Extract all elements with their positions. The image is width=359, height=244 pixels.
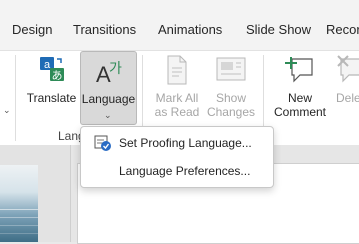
tab-animations[interactable]: Animations: [158, 22, 222, 37]
language-button[interactable]: A 가 Language ⌄: [80, 51, 137, 125]
tab-design[interactable]: Design: [12, 22, 52, 37]
document-read-icon: [165, 55, 189, 88]
scroll-left-chevron-icon[interactable]: ⌄: [3, 105, 11, 116]
svg-text:あ: あ: [51, 69, 62, 82]
thumbnail-texture: [0, 217, 38, 218]
language-icon: A 가: [93, 55, 125, 90]
show-changes-line2: Changes: [206, 105, 256, 119]
delete-comment-button[interactable]: Dele: [332, 51, 359, 131]
tab-record[interactable]: Recor: [326, 22, 359, 37]
ribbon-tab-bar: Design Transitions Animations Slide Show…: [0, 0, 359, 51]
delete-label-partial: Dele: [336, 91, 359, 105]
group-separator: [15, 55, 16, 141]
thumbnail-texture: [0, 233, 38, 234]
thumbnail-texture: [0, 225, 38, 226]
svg-text:가: 가: [109, 61, 122, 77]
menu-item-label: Set Proofing Language...: [119, 136, 252, 150]
new-comment-line2: Comment: [273, 105, 326, 119]
menu-item-language-preferences[interactable]: Language Preferences...: [81, 158, 273, 184]
mark-all-as-read-button[interactable]: Mark All as Read: [150, 51, 204, 131]
show-changes-line1: Show: [215, 91, 247, 105]
menu-item-label: Language Preferences...: [119, 164, 251, 178]
show-changes-icon: [216, 57, 246, 84]
translate-label: Translate: [26, 91, 77, 105]
svg-text:a: a: [43, 59, 50, 71]
translate-button[interactable]: a あ Translate: [24, 51, 79, 131]
mark-all-line2: as Read: [154, 105, 200, 119]
language-label: Language: [81, 92, 136, 106]
translate-icon: a あ: [38, 55, 66, 86]
delete-comment-icon: [337, 55, 359, 88]
new-comment-line1: New: [287, 91, 312, 105]
proofing-language-icon: [94, 134, 112, 157]
language-dropdown-menu: Set Proofing Language... Language Prefer…: [80, 126, 274, 188]
chevron-down-icon: ⌄: [104, 110, 112, 120]
menu-item-set-proofing-language[interactable]: Set Proofing Language...: [81, 130, 273, 156]
show-changes-button[interactable]: Show Changes: [206, 51, 256, 131]
tab-slide-show[interactable]: Slide Show: [246, 22, 311, 37]
thumbnail-texture: [0, 209, 38, 210]
slide-thumbnail[interactable]: [0, 165, 38, 242]
new-comment-button[interactable]: New Comment: [268, 51, 332, 131]
mark-all-line1: Mark All: [155, 91, 199, 105]
new-comment-icon: [284, 55, 316, 88]
slide-thumbnail-panel: [0, 145, 71, 242]
tab-transitions[interactable]: Transitions: [73, 22, 136, 37]
